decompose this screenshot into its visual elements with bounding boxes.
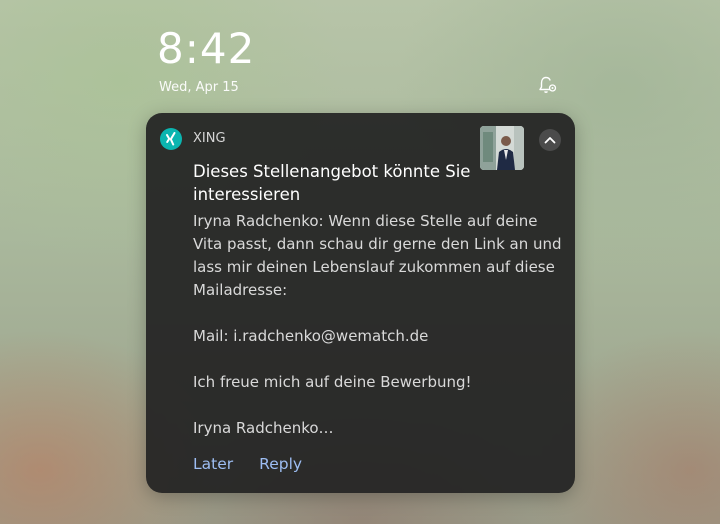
notification-app-name: XING — [193, 131, 226, 146]
later-button[interactable]: Later — [193, 455, 233, 473]
chevron-up-icon — [544, 137, 556, 144]
reply-button[interactable]: Reply — [259, 455, 302, 473]
notification-settings-icon[interactable] — [537, 74, 559, 96]
body-line: Iryna Radchenko: Wenn diese Stelle auf d… — [193, 212, 562, 299]
body-line: Iryna Radchenko… — [193, 419, 334, 437]
notification-title: Dieses Stellenangebot könnte Sie interes… — [193, 162, 471, 204]
notification-card[interactable]: XING Dieses Stellenangebot könnte Sie in… — [146, 113, 575, 493]
lockscreen-clock: 8:42 — [157, 24, 256, 73]
notification-actions: Later Reply — [193, 455, 302, 473]
collapse-button[interactable] — [539, 129, 561, 151]
body-line: Ich freue mich auf deine Bewerbung! — [193, 373, 472, 391]
body-line: Mail: i.radchenko@wematch.de — [193, 327, 429, 345]
lockscreen-date: Wed, Apr 15 — [159, 80, 239, 95]
xing-logo-icon — [160, 128, 182, 150]
notification-body: Iryna Radchenko: Wenn diese Stelle auf d… — [193, 210, 565, 440]
